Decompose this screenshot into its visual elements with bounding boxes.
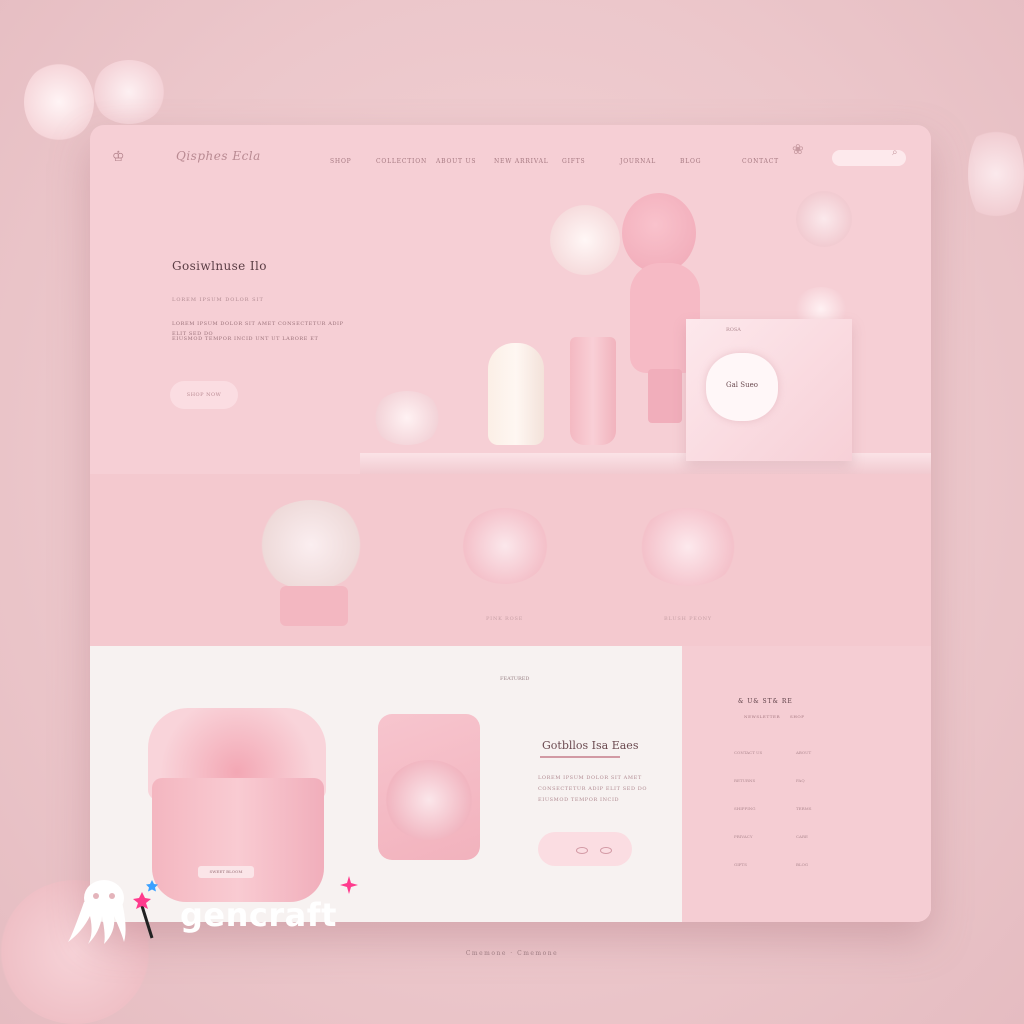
side-link-row: RETURNS FAQ (734, 778, 834, 786)
featured-body-line: LOREM IPSUM DOLOR SIT AMET (538, 775, 642, 781)
section-tag: FEATURED (500, 676, 530, 682)
pink-peony-image (636, 508, 740, 586)
product-caption: BLUSH PEONY (664, 616, 712, 622)
hero-body-line: EIUSMOD TEMPOR INCID UNT UT LABORE ET (172, 336, 319, 342)
vase (488, 343, 544, 445)
side-link-row: CONTACT US ABOUT (734, 750, 834, 758)
side-subtitle[interactable]: SHOP (790, 714, 805, 719)
hero-section: Gosiwlnuse Ilo LOREM IPSUM DOLOR SIT LOR… (90, 191, 931, 475)
side-link[interactable]: PRIVACY (734, 834, 753, 839)
product-item[interactable] (460, 508, 550, 588)
flower-arrangement-image (256, 500, 366, 590)
product-caption: PINK ROSE (486, 616, 524, 622)
pink-cup (570, 337, 616, 445)
side-link-row: PRIVACY CARE (734, 834, 834, 842)
box-label: Gal Sueo (706, 353, 778, 421)
nav-link-new-arrival[interactable]: NEW ARRIVAL (494, 158, 549, 165)
doll-figure (622, 193, 696, 273)
dot-icon (600, 847, 612, 854)
side-link[interactable]: FAQ (796, 778, 805, 783)
gencraft-watermark: gencraft (66, 876, 366, 946)
box-label-text: Gal Sueo (726, 381, 758, 389)
side-link[interactable]: SHIPPING (734, 806, 755, 811)
side-link-row: GIFTS BLOG (734, 862, 834, 870)
featured-cta-button[interactable] (538, 832, 632, 866)
doll-legs (648, 369, 682, 423)
side-link[interactable]: ABOUT (796, 750, 811, 755)
gencraft-logo-text: gencraft (180, 896, 337, 934)
hero-illustration: ROSA Gal Sueo (360, 191, 931, 475)
logo-mark[interactable]: ♔ (112, 149, 125, 165)
side-panel: & U& ST& RE NEWSLETTER SHOP CONTACT US A… (682, 646, 931, 922)
product-card[interactable] (378, 714, 480, 860)
box-top-text: ROSA (726, 327, 741, 333)
decorative-flower (24, 62, 94, 142)
shop-now-button[interactable]: SHOP NOW (170, 381, 238, 409)
product-item[interactable] (246, 500, 376, 640)
side-link[interactable]: CARE (796, 834, 808, 839)
sparkle-icon (340, 876, 358, 894)
side-title: & U& ST& RE (738, 698, 793, 705)
side-link[interactable]: CONTACT US (734, 750, 762, 755)
nav-link-shop[interactable]: SHOP (330, 158, 352, 165)
logo-text[interactable]: Qisphes Ecla (176, 149, 261, 163)
product-item[interactable] (636, 508, 740, 588)
side-link-row: SHIPPING TERMS (734, 806, 834, 814)
nav-link-gifts[interactable]: GIFTS (562, 158, 585, 165)
side-link[interactable]: BLOG (796, 862, 808, 867)
nav-link-contact[interactable]: CONTACT (742, 158, 779, 165)
side-link[interactable]: TERMS (796, 806, 811, 811)
featured-body-line: EIUSMOD TEMPOR INCID (538, 797, 620, 803)
top-nav: ♔ Qisphes Ecla SHOP COLLECTION ABOUT US … (90, 125, 931, 191)
hero-subtitle: LOREM IPSUM DOLOR SIT (172, 297, 264, 303)
pink-rose-image (460, 508, 550, 584)
nav-link-collection[interactable]: COLLECTION (376, 158, 427, 165)
gift-box: ROSA Gal Sueo (686, 319, 852, 461)
website-page: ♔ Qisphes Ecla SHOP COLLECTION ABOUT US … (90, 125, 931, 922)
search-icon[interactable]: ⌕ (892, 147, 898, 158)
flower-pot-image (280, 586, 348, 626)
decorative-flower (92, 60, 166, 124)
dot-icon (576, 847, 588, 854)
decorative-flower (550, 205, 620, 275)
side-link[interactable]: GIFTS (734, 862, 747, 867)
featured-title: Gotbllos Isa Eaes (542, 739, 639, 752)
decorative-flower (968, 122, 1024, 226)
octopus-icon (68, 880, 158, 944)
footer-text: Cmemone · Cmemone (465, 950, 559, 957)
side-subtitle[interactable]: NEWSLETTER (744, 714, 780, 719)
nav-link-about[interactable]: ABOUT US (436, 158, 476, 165)
decorative-flower (796, 191, 852, 247)
decorative-flower (384, 760, 474, 840)
flower-icon[interactable]: ❀ (792, 142, 804, 158)
hero-title: Gosiwlnuse Ilo (172, 259, 267, 273)
nav-link-blog[interactable]: BLOG (680, 158, 701, 165)
product-band: PINK ROSE BLUSH PEONY (90, 474, 931, 646)
decorative-flower (372, 391, 442, 445)
nav-link-journal[interactable]: JOURNAL (620, 158, 656, 165)
side-link[interactable]: RETURNS (734, 778, 755, 783)
featured-body-line: CONSECTETUR ADIP ELIT SED DO (538, 786, 648, 792)
title-underline (540, 756, 620, 758)
